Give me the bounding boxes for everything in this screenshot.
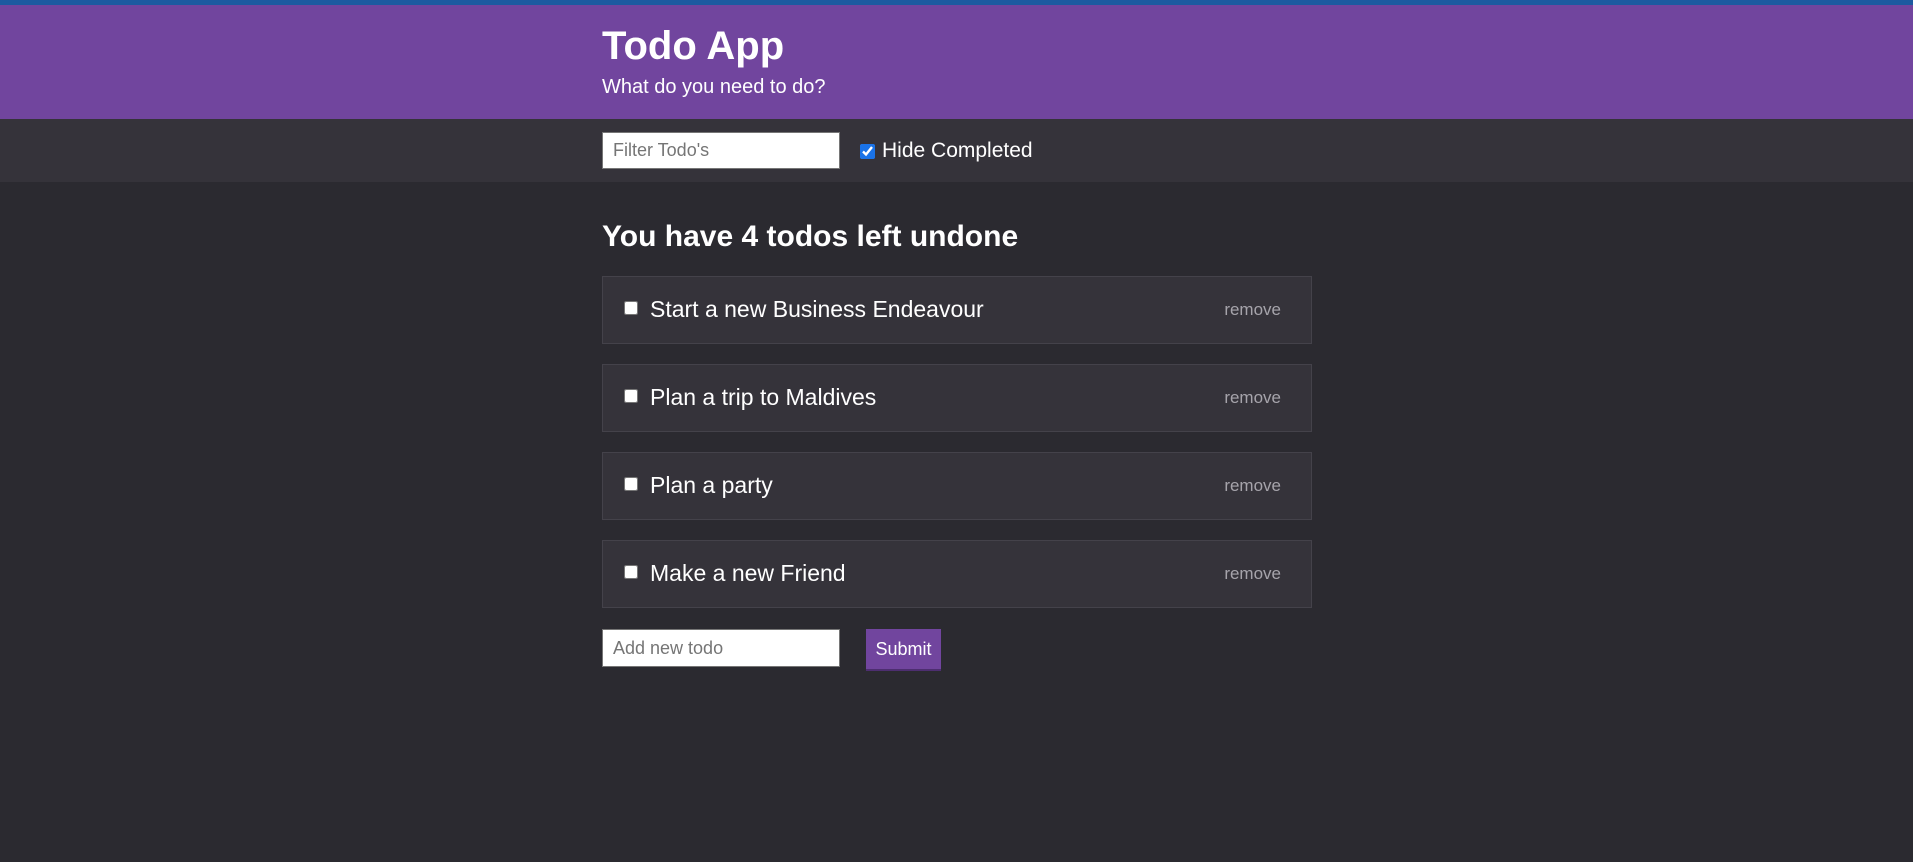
todo-remove-link[interactable]: remove bbox=[1224, 300, 1281, 320]
todo-checkbox[interactable] bbox=[624, 389, 638, 403]
todo-remove-link[interactable]: remove bbox=[1224, 388, 1281, 408]
todo-text: Plan a party bbox=[650, 472, 773, 498]
filter-todos-input[interactable] bbox=[602, 132, 840, 169]
todo-checkbox[interactable] bbox=[624, 301, 638, 315]
todo-item: Plan a trip to Maldives remove bbox=[602, 364, 1312, 432]
hide-completed-checkbox[interactable] bbox=[860, 143, 875, 159]
todo-text: Make a new Friend bbox=[650, 560, 846, 586]
todo-item: Plan a party remove bbox=[602, 452, 1312, 520]
filter-bar: Hide Completed bbox=[0, 119, 1913, 182]
todos-left-heading: You have 4 todos left undone bbox=[602, 220, 1019, 253]
todo-checkbox[interactable] bbox=[624, 477, 638, 491]
submit-button[interactable]: Submit bbox=[866, 629, 941, 671]
todo-checkbox[interactable] bbox=[624, 565, 638, 579]
hide-completed-label: Hide Completed bbox=[882, 139, 1033, 162]
app-title: Todo App bbox=[602, 24, 785, 68]
todo-remove-link[interactable]: remove bbox=[1224, 564, 1281, 584]
todo-text: Start a new Business Endeavour bbox=[650, 296, 984, 322]
todo-list: Start a new Business Endeavour remove Pl… bbox=[602, 276, 1312, 628]
todo-remove-link[interactable]: remove bbox=[1224, 476, 1281, 496]
hide-completed-toggle[interactable]: Hide Completed bbox=[860, 139, 1033, 163]
new-todo-input[interactable] bbox=[602, 629, 840, 667]
app-header: Todo App What do you need to do? bbox=[0, 5, 1913, 119]
todo-item: Make a new Friend remove bbox=[602, 540, 1312, 608]
todo-item: Start a new Business Endeavour remove bbox=[602, 276, 1312, 344]
todo-text: Plan a trip to Maldives bbox=[650, 384, 877, 410]
app-subtitle: What do you need to do? bbox=[602, 76, 826, 98]
